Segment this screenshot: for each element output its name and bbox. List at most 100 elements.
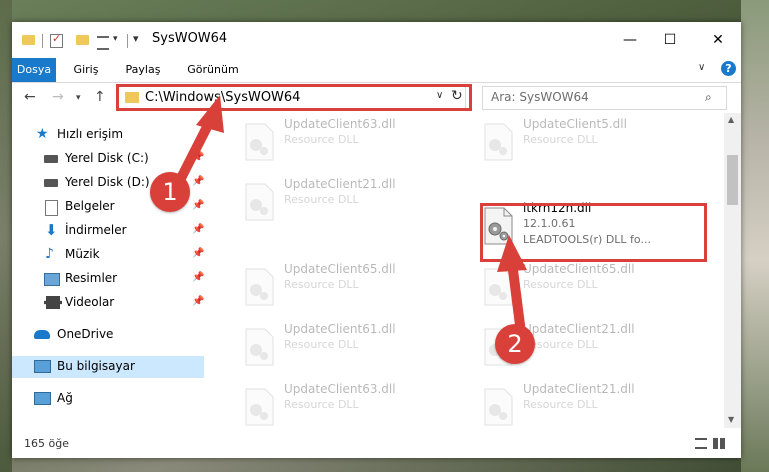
pin-icon[interactable]: 📌: [192, 272, 204, 283]
sidebar-item-music[interactable]: ♪ Müzik 📌: [12, 244, 204, 266]
view-list-icon[interactable]: [97, 36, 109, 50]
search-box[interactable]: Ara: SysWOW64 ⌕: [482, 86, 727, 110]
tab-view[interactable]: Görünüm: [180, 58, 246, 82]
sidebar-item-label: Bu bilgisayar: [57, 359, 135, 373]
file-name: UpdateClient21.dll: [523, 382, 635, 396]
sidebar-item-label: Hızlı erişim: [57, 127, 124, 141]
file-description: Resource DLL: [284, 133, 359, 146]
file-description: Resource DLL: [284, 338, 359, 351]
pictures-icon: [44, 273, 60, 286]
sidebar-item-label: Ağ: [57, 391, 73, 405]
cloud-icon: [34, 330, 50, 339]
file-description: Resource DLL: [284, 278, 359, 291]
file-item[interactable]: UpdateClient63.dll Resource DLL: [234, 378, 454, 432]
new-folder-icon[interactable]: [76, 35, 89, 45]
close-button[interactable]: ✕: [695, 22, 741, 58]
file-description: Resource DLL: [284, 193, 359, 206]
pin-icon[interactable]: 📌: [192, 224, 204, 235]
title-bar: ▾ ▾ SysWOW64 — ☐ ✕: [12, 22, 741, 58]
tab-file[interactable]: Dosya: [12, 58, 56, 82]
properties-icon[interactable]: [50, 32, 63, 48]
up-arrow-icon[interactable]: ↑: [94, 89, 106, 105]
dll-file-icon: [484, 123, 513, 161]
documents-icon: [45, 200, 58, 216]
back-arrow-icon[interactable]: ←: [24, 89, 36, 105]
file-item[interactable]: UpdateClient21.dll Resource DLL: [473, 378, 693, 432]
desktop-background-left: [0, 0, 12, 472]
search-icon[interactable]: ⌕: [705, 90, 712, 105]
music-icon: ♪: [45, 246, 54, 262]
toolbar-divider: [42, 34, 43, 48]
sidebar-item-label: Yerel Disk (C:): [65, 151, 149, 165]
file-name: UpdateClient63.dll: [284, 382, 396, 396]
file-name: UpdateClient5.dll: [523, 117, 627, 131]
details-view-icon[interactable]: [695, 438, 707, 449]
sidebar-item-videos[interactable]: Videolar 📌: [12, 292, 204, 314]
dll-file-icon: [245, 328, 274, 366]
toolbar-divider: [127, 34, 128, 48]
vertical-scrollbar[interactable]: ▲ ▼: [724, 113, 741, 428]
navigation-bar: ← → ▾ ↑ C:\Windows\SysWOW64 ∨ ↻ Ara: Sys…: [12, 83, 741, 113]
file-item[interactable]: UpdateClient65.dll Resource DLL: [234, 258, 454, 312]
scroll-down-icon[interactable]: ▼: [728, 415, 734, 424]
file-list: UpdateClient63.dll Resource DLL UpdateCl…: [219, 113, 722, 428]
file-description: Resource DLL: [523, 398, 598, 411]
dll-file-icon: [245, 268, 274, 306]
window-title: SysWOW64: [152, 31, 228, 46]
maximize-button[interactable]: ☐: [647, 22, 693, 58]
tab-share[interactable]: Paylaş: [116, 58, 170, 82]
video-icon: [44, 296, 62, 309]
file-item[interactable]: UpdateClient61.dll Resource DLL: [234, 318, 454, 372]
customize-toolbar-icon[interactable]: ▾: [133, 32, 139, 46]
computer-icon: [34, 360, 51, 373]
step-2-badge: 2: [495, 324, 535, 364]
sidebar-item-onedrive[interactable]: OneDrive: [12, 324, 204, 346]
sidebar-item-downloads[interactable]: ⬇ İndirmeler 📌: [12, 220, 204, 242]
dll-file-icon: [245, 183, 274, 221]
status-bar: 165 öğe: [12, 428, 741, 458]
sidebar-item-label: OneDrive: [57, 327, 114, 341]
forward-arrow-icon[interactable]: →: [52, 89, 64, 105]
tab-home[interactable]: Giriş: [64, 58, 108, 82]
sidebar-item-label: Videolar: [65, 295, 115, 309]
sidebar-item-this-pc[interactable]: Bu bilgisayar: [12, 356, 204, 378]
sidebar-item-label: Müzik: [65, 247, 100, 261]
file-item[interactable]: UpdateClient21.dll Resource DLL: [234, 173, 454, 227]
scrollbar-thumb[interactable]: [727, 155, 738, 205]
file-item[interactable]: UpdateClient5.dll Resource DLL: [473, 113, 693, 167]
drive-icon: [44, 179, 58, 187]
network-icon: [34, 392, 51, 405]
expand-ribbon-icon[interactable]: ∨: [698, 62, 705, 73]
file-name: UpdateClient21.dll: [284, 177, 396, 191]
dll-file-icon: [245, 123, 274, 161]
star-icon: ★: [36, 126, 49, 142]
item-count: 165 öğe: [24, 437, 69, 450]
file-name: UpdateClient65.dll: [284, 262, 396, 276]
chevron-down-icon[interactable]: ▾: [113, 34, 118, 48]
sidebar-item-label: Yerel Disk (D:): [65, 175, 150, 189]
ribbon-tabs: Dosya Giriş Paylaş Görünüm ∨ ?: [12, 58, 741, 83]
sidebar-item-pictures[interactable]: Resimler 📌: [12, 268, 204, 290]
explorer-window: ▾ ▾ SysWOW64 — ☐ ✕ Dosya Giriş Paylaş Gö…: [12, 22, 741, 458]
sidebar-item-label: Belgeler: [65, 199, 115, 213]
file-name: UpdateClient63.dll: [284, 117, 396, 131]
sidebar-item-label: İndirmeler: [65, 223, 127, 237]
recent-locations-icon[interactable]: ▾: [76, 93, 81, 103]
file-description: Resource DLL: [523, 133, 598, 146]
help-icon[interactable]: ?: [721, 61, 736, 76]
step-1-badge: 1: [150, 172, 190, 212]
desktop-background-right: [741, 0, 769, 472]
search-input[interactable]: Ara: SysWOW64: [491, 90, 589, 104]
pin-icon[interactable]: 📌: [192, 296, 204, 307]
pin-icon[interactable]: 📌: [192, 248, 204, 259]
file-item[interactable]: UpdateClient63.dll Resource DLL: [234, 113, 454, 167]
file-description: Resource DLL: [284, 398, 359, 411]
file-name: UpdateClient61.dll: [284, 322, 396, 336]
folder-icon: [22, 35, 35, 45]
sidebar-item-label: Resimler: [65, 271, 118, 285]
tiles-view-icon[interactable]: [713, 438, 725, 449]
sidebar-item-network[interactable]: Ağ: [12, 388, 204, 410]
dll-file-icon: [484, 388, 513, 426]
download-icon: ⬇: [45, 221, 58, 239]
scroll-up-icon[interactable]: ▲: [728, 115, 734, 124]
